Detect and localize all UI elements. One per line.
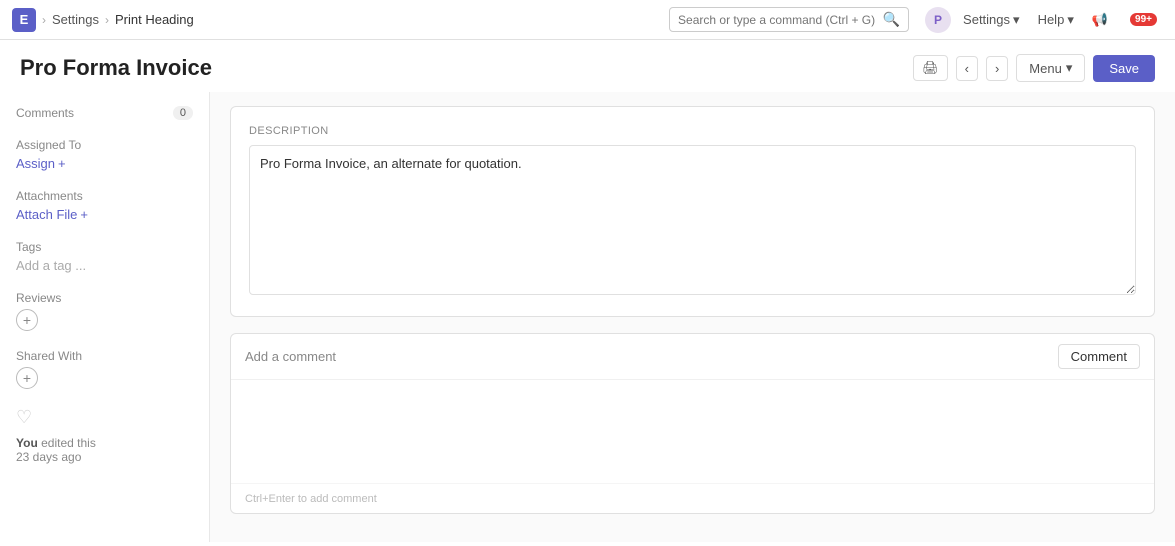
search-bar[interactable]: 🔍 (669, 7, 909, 32)
add-comment-label: Add a comment (245, 349, 336, 364)
time-ago: 23 days ago (16, 450, 81, 464)
attach-file-link[interactable]: Attach File + (16, 207, 193, 222)
add-tag-link[interactable]: Add a tag ... (16, 258, 193, 273)
description-label: Description (249, 125, 1136, 137)
menu-button[interactable]: Menu ▾ (1016, 54, 1085, 82)
menu-label: Menu (1029, 61, 1062, 76)
page-header: Pro Forma Invoice 🖨 ‹ › Menu ▾ Save (0, 40, 1175, 92)
help-nav-label: Help (1038, 12, 1065, 27)
comment-card: Add a comment Comment Ctrl+Enter to add … (230, 333, 1155, 514)
next-button[interactable]: › (986, 56, 1008, 81)
page-actions: 🖨 ‹ › Menu ▾ Save (913, 54, 1155, 82)
prev-button[interactable]: ‹ (956, 56, 978, 81)
you-label: You (16, 436, 38, 450)
shared-with-label: Shared With (16, 349, 193, 363)
search-input[interactable] (678, 13, 877, 27)
megaphone-icon: 📢 (1092, 12, 1108, 28)
settings-nav-label: Settings (963, 12, 1010, 27)
add-shared-button[interactable]: + (16, 367, 38, 389)
notification-badge: 99+ (1130, 13, 1157, 26)
tags-label: Tags (16, 240, 193, 254)
breadcrumb-sep-1: › (42, 13, 46, 27)
reviews-label: Reviews (16, 291, 193, 305)
comment-button[interactable]: Comment (1058, 344, 1140, 369)
topnav: E › Settings › Print Heading 🔍 P Setting… (0, 0, 1175, 40)
description-card: Description Pro Forma Invoice, an altern… (230, 106, 1155, 317)
sidebar-shared-section: Shared With + (16, 349, 193, 389)
megaphone-button[interactable]: 📢 (1086, 9, 1114, 31)
main-content: Description Pro Forma Invoice, an altern… (210, 92, 1175, 542)
breadcrumb-settings[interactable]: Settings (52, 12, 99, 27)
main-layout: Comments 0 Assigned To Assign + Attachme… (0, 92, 1175, 542)
assign-link[interactable]: Assign + (16, 156, 193, 171)
assign-plus-icon: + (58, 156, 66, 171)
like-button[interactable]: ♡ (16, 407, 193, 428)
comment-hint: Ctrl+Enter to add comment (245, 493, 377, 505)
comment-body[interactable] (231, 380, 1154, 483)
add-review-button[interactable]: + (16, 309, 38, 331)
sidebar-assigned-section: Assigned To Assign + (16, 138, 193, 171)
settings-nav-button[interactable]: Settings ▾ (957, 9, 1026, 31)
sidebar-attachments-section: Attachments Attach File + (16, 189, 193, 222)
comment-footer: Ctrl+Enter to add comment (231, 483, 1154, 513)
page-title: Pro Forma Invoice (20, 55, 212, 81)
help-nav-button[interactable]: Help ▾ (1032, 9, 1080, 31)
comment-textarea[interactable] (245, 390, 1140, 470)
breadcrumb-print-heading: Print Heading (115, 12, 194, 27)
attach-plus-icon: + (80, 207, 88, 222)
search-icon: 🔍 (883, 11, 900, 28)
description-textarea[interactable]: Pro Forma Invoice, an alternate for quot… (249, 145, 1136, 295)
avatar[interactable]: P (925, 7, 951, 33)
save-button[interactable]: Save (1093, 55, 1155, 82)
assigned-to-label: Assigned To (16, 138, 193, 152)
print-button[interactable]: 🖨 (913, 55, 948, 81)
attachments-label: Attachments (16, 189, 193, 203)
edited-label: edited this (41, 436, 96, 450)
you-edited-info: You edited this 23 days ago (16, 436, 193, 464)
sidebar: Comments 0 Assigned To Assign + Attachme… (0, 92, 210, 542)
menu-chevron-icon: ▾ (1066, 60, 1073, 76)
comment-header: Add a comment Comment (231, 334, 1154, 380)
notification-button[interactable]: 99+ (1120, 10, 1163, 29)
sidebar-reviews-section: Reviews + (16, 291, 193, 331)
assign-label: Assign (16, 156, 55, 171)
app-icon[interactable]: E (12, 8, 36, 32)
settings-chevron-icon: ▾ (1013, 12, 1020, 28)
sidebar-comments-section: Comments 0 (16, 106, 193, 120)
help-chevron-icon: ▾ (1067, 12, 1074, 28)
breadcrumb-sep-2: › (105, 13, 109, 27)
comments-label: Comments 0 (16, 106, 193, 120)
sidebar-tags-section: Tags Add a tag ... (16, 240, 193, 273)
comments-count: 0 (173, 106, 193, 120)
attach-file-label: Attach File (16, 207, 77, 222)
